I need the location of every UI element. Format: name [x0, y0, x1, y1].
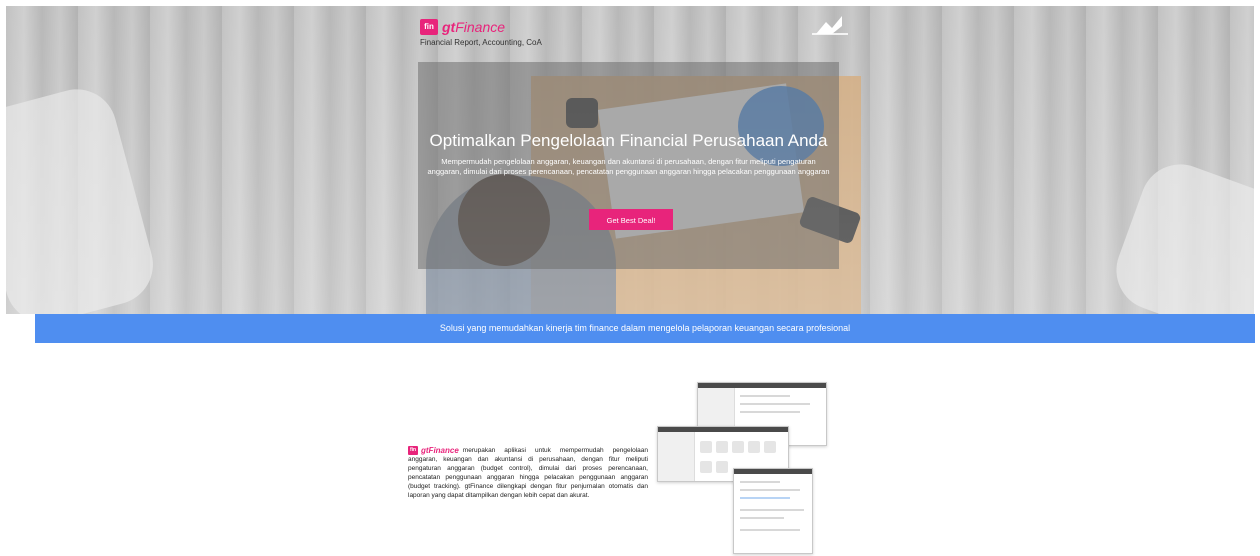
- hero-title: Optimalkan Pengelolaan Financial Perusah…: [429, 131, 828, 150]
- brand-name-gt: gt: [442, 18, 456, 35]
- about-logo-mark: fin: [408, 446, 418, 455]
- brand-name-finance: Finance: [455, 18, 506, 35]
- hero-description: Mempermudah pengelolaan anggaran, keuang…: [427, 157, 830, 176]
- screenshot-form: [733, 468, 813, 554]
- about-section: fin gtFinance merupakan aplikasi untuk mem…: [408, 446, 648, 500]
- about-product-name: gtFinance: [421, 446, 459, 455]
- partner-logo-icon: [810, 14, 850, 36]
- app-screenshots: [657, 382, 847, 554]
- solution-banner: Solusi yang memudahkan kinerja tim finan…: [35, 314, 1255, 343]
- brand-name: gtFinance: [442, 19, 505, 35]
- brand-tagline: Financial Report, Accounting, CoA: [420, 38, 542, 47]
- brand-logo[interactable]: fin gtFinance Financial Report, Accountin…: [420, 18, 542, 47]
- hero-overlay: Optimalkan Pengelolaan Financial Perusah…: [418, 62, 839, 269]
- about-text: merupakan aplikasi untuk mempermudah pen…: [408, 447, 648, 500]
- brand-logo-mark: fin: [420, 18, 438, 35]
- get-best-deal-button[interactable]: Get Best Deal!: [589, 209, 673, 230]
